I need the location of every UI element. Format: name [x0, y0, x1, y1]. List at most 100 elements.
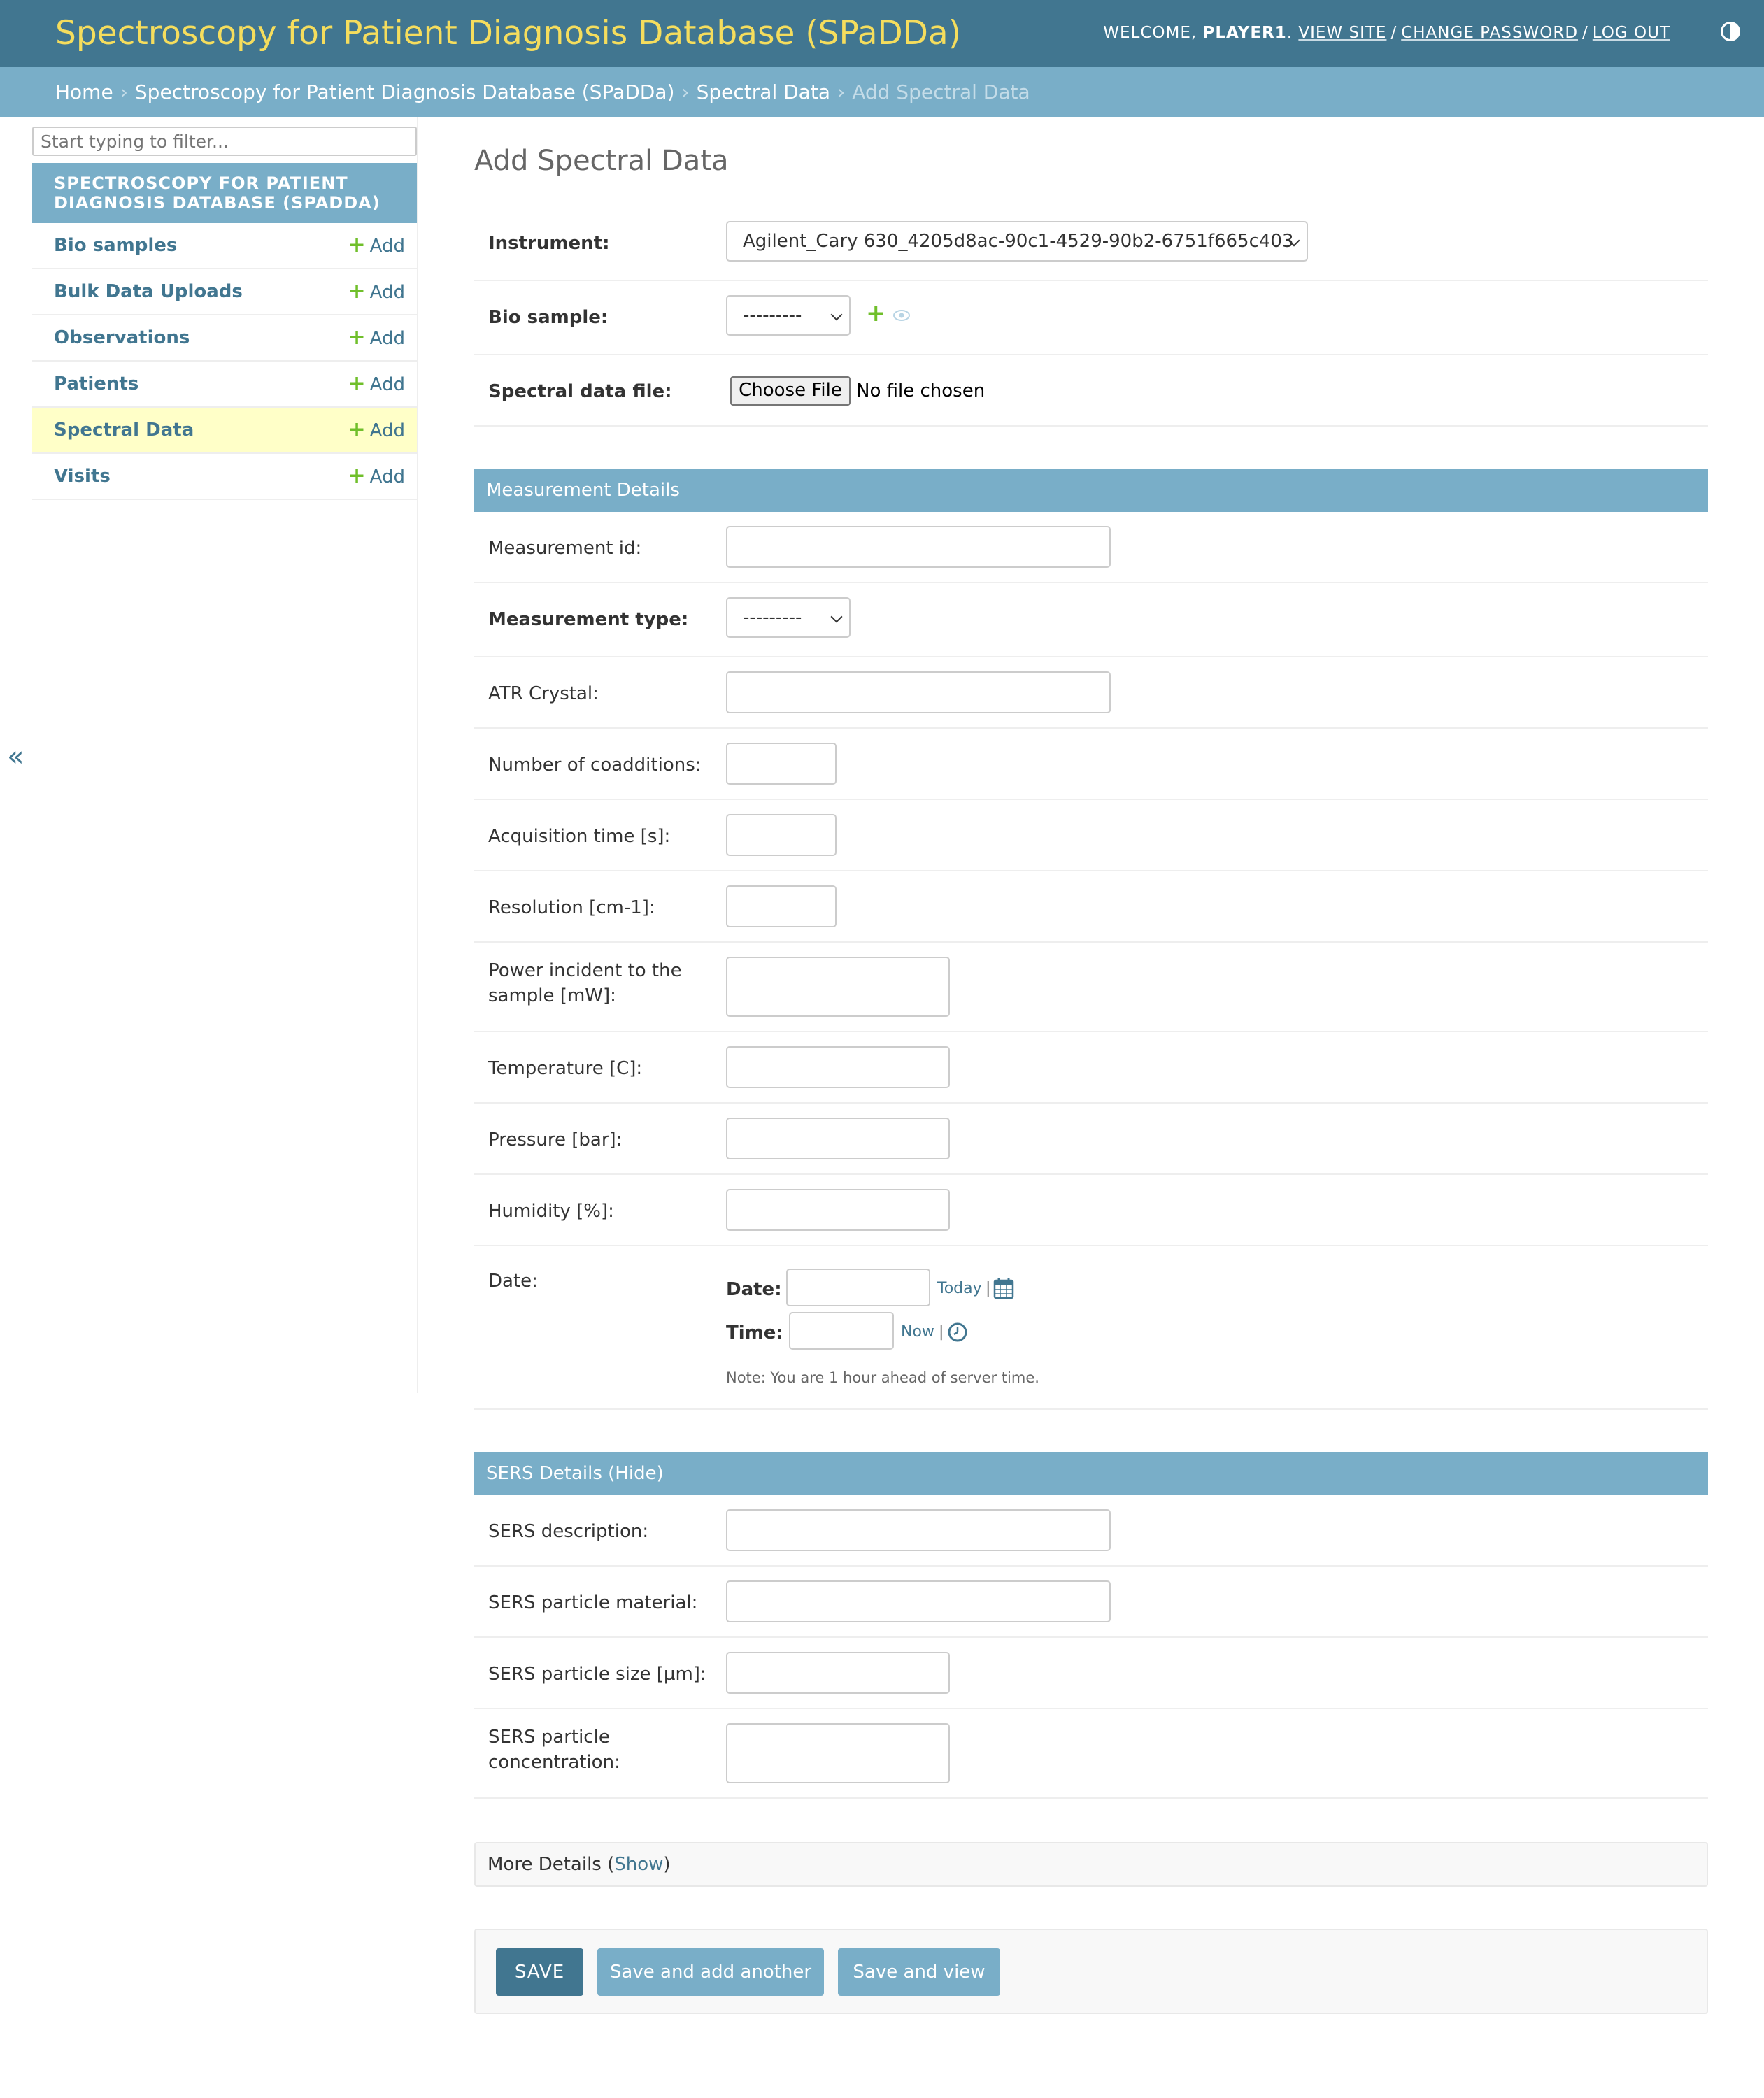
sidebar-item-spectral-data[interactable]: Spectral Data + Add [32, 408, 417, 454]
acquisition-time-row: Acquisition time [s]: [474, 800, 1708, 871]
atr-crystal-input[interactable] [726, 671, 1111, 713]
sers-material-input[interactable] [726, 1580, 1111, 1622]
sidebar-item-label[interactable]: Visits [54, 464, 111, 488]
resolution-row: Resolution [cm-1]: [474, 871, 1708, 943]
sidebar-module-title[interactable]: SPECTROSCOPY FOR PATIENT DIAGNOSIS DATAB… [32, 163, 417, 223]
sidebar-add-link[interactable]: + Add [348, 234, 405, 258]
plus-icon: + [348, 325, 366, 350]
sers-concentration-row: SERS particle concentration: [474, 1709, 1708, 1799]
power-input[interactable] [726, 957, 950, 1017]
acquisition-time-label: Acquisition time [s]: [488, 826, 671, 847]
sers-description-input[interactable] [726, 1509, 1111, 1551]
sidebar-add-link[interactable]: + Add [348, 418, 405, 443]
breadcrumb-current: Add Spectral Data [852, 80, 1030, 104]
username: PLAYER1 [1202, 24, 1287, 42]
pressure-input[interactable] [726, 1118, 950, 1159]
date-sub-label: Date: [726, 1279, 782, 1300]
breadcrumb-model[interactable]: Spectral Data [697, 80, 830, 104]
save-and-view-button[interactable]: Save and view [838, 1948, 1000, 1996]
sidebar-filter-input[interactable] [32, 127, 417, 156]
clock-icon[interactable] [947, 1322, 968, 1343]
resolution-label: Resolution [cm-1]: [488, 897, 655, 918]
sidebar-item-label[interactable]: Spectral Data [54, 418, 194, 442]
coadditions-label: Number of coadditions: [488, 755, 702, 776]
sidebar-item-label[interactable]: Bulk Data Uploads [54, 280, 243, 304]
log-out-link[interactable]: LOG OUT [1593, 24, 1670, 42]
sidebar-item-label[interactable]: Patients [54, 372, 138, 396]
site-title[interactable]: Spectroscopy for Patient Diagnosis Datab… [55, 14, 961, 53]
sers-size-label: SERS particle size [μm]: [488, 1664, 706, 1685]
sidebar-item-visits[interactable]: Visits + Add [32, 454, 417, 500]
sers-details-header[interactable]: SERS Details (Hide) [474, 1452, 1708, 1495]
sidebar: SPECTROSCOPY FOR PATIENT DIAGNOSIS DATAB… [31, 117, 418, 1393]
sidebar-item-patients[interactable]: Patients + Add [32, 362, 417, 408]
measurement-details-header: Measurement Details [474, 469, 1708, 512]
chevron-down-icon [830, 308, 843, 321]
plus-icon: + [348, 371, 366, 396]
file-status-text: No file chosen [856, 380, 986, 401]
pressure-row: Pressure [bar]: [474, 1104, 1708, 1175]
theme-toggle-icon[interactable] [1721, 22, 1740, 41]
bio-sample-row: Bio sample: --------- + [474, 281, 1708, 355]
collapse-sidebar-icon[interactable]: « [7, 740, 24, 773]
bio-sample-select[interactable]: --------- [726, 295, 851, 336]
instrument-row: Instrument: Agilent_Cary 630_4205d8ac-90… [474, 207, 1708, 281]
measurement-id-row: Measurement id: [474, 512, 1708, 583]
sidebar-add-link[interactable]: + Add [348, 280, 405, 304]
save-and-add-another-button[interactable]: Save and add another [597, 1948, 824, 1996]
user-tools: WELCOME, PLAYER1. VIEW SITE / CHANGE PASSW… [1103, 24, 1670, 42]
measurement-id-input[interactable] [726, 526, 1111, 568]
resolution-input[interactable] [726, 885, 837, 927]
sers-material-label: SERS particle material: [488, 1592, 698, 1613]
calendar-icon[interactable] [993, 1277, 1014, 1299]
sers-concentration-input[interactable] [726, 1723, 950, 1783]
view-site-link[interactable]: VIEW SITE [1298, 24, 1386, 42]
date-input[interactable] [786, 1269, 930, 1306]
show-more-details-link[interactable]: Show [614, 1854, 663, 1875]
sidebar-item-label[interactable]: Observations [54, 326, 190, 350]
measurement-type-label: Measurement type: [488, 609, 689, 630]
site-header: Spectroscopy for Patient Diagnosis Datab… [0, 0, 1764, 67]
sidebar-item-bio-samples[interactable]: Bio samples + Add [32, 223, 417, 269]
save-button[interactable]: SAVE [496, 1948, 583, 1996]
atr-crystal-row: ATR Crystal: [474, 657, 1708, 729]
sidebar-item-observations[interactable]: Observations + Add [32, 315, 417, 362]
instrument-select[interactable]: Agilent_Cary 630_4205d8ac-90c1-4529-90b2… [726, 221, 1308, 262]
coadditions-row: Number of coadditions: [474, 729, 1708, 800]
humidity-input[interactable] [726, 1189, 950, 1231]
welcome-text: WELCOME, [1103, 24, 1197, 42]
now-link[interactable]: Now [901, 1322, 934, 1343]
sers-size-row: SERS particle size [μm]: [474, 1638, 1708, 1709]
breadcrumb-home[interactable]: Home [55, 80, 113, 104]
measurement-type-row: Measurement type: --------- [474, 583, 1708, 657]
date-row: Date: Date: Today | Time: Now | Note: Yo… [474, 1246, 1708, 1410]
sidebar-add-link[interactable]: + Add [348, 372, 405, 397]
acquisition-time-input[interactable] [726, 814, 837, 856]
sers-description-label: SERS description: [488, 1521, 649, 1542]
today-link[interactable]: Today [937, 1278, 982, 1299]
sidebar-add-link[interactable]: + Add [348, 326, 405, 350]
time-input[interactable] [789, 1312, 894, 1350]
timezone-note: Note: You are 1 hour ahead of server tim… [726, 1369, 1039, 1386]
temperature-row: Temperature [C]: [474, 1032, 1708, 1104]
sidebar-item-label[interactable]: Bio samples [54, 234, 177, 257]
spectral-file-row: Spectral data file: Choose File No file … [474, 355, 1708, 427]
sers-concentration-label: SERS particle concentration: [488, 1727, 620, 1773]
coadditions-input[interactable] [726, 743, 837, 785]
sidebar-add-link[interactable]: + Add [348, 464, 405, 489]
change-password-link[interactable]: CHANGE PASSWORD [1401, 24, 1578, 42]
breadcrumb-app[interactable]: Spectroscopy for Patient Diagnosis Datab… [135, 80, 675, 104]
atr-crystal-label: ATR Crystal: [488, 683, 599, 704]
sidebar-item-bulk-data-uploads[interactable]: Bulk Data Uploads + Add [32, 269, 417, 315]
add-bio-sample-icon[interactable]: + [866, 299, 886, 327]
bio-sample-label: Bio sample: [488, 307, 609, 328]
choose-file-button[interactable]: Choose File [730, 376, 851, 406]
spectral-file-label: Spectral data file: [488, 381, 672, 402]
humidity-label: Humidity [%]: [488, 1201, 614, 1222]
submit-row: SAVE Save and add another Save and view [474, 1929, 1708, 2014]
temperature-input[interactable] [726, 1046, 950, 1088]
plus-icon: + [348, 418, 366, 442]
view-bio-sample-icon[interactable] [892, 309, 911, 322]
sers-size-input[interactable] [726, 1652, 950, 1694]
measurement-type-select[interactable]: --------- [726, 597, 851, 638]
